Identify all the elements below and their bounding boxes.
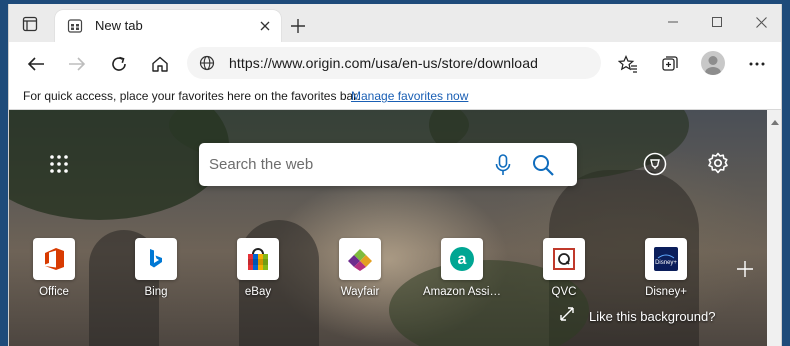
rewards-trophy-icon[interactable]: [643, 152, 667, 176]
disney-plus-icon: Disney+: [645, 238, 687, 280]
home-icon[interactable]: [145, 49, 175, 79]
quick-link-label: QVC: [551, 286, 577, 298]
amazon-assistant-icon: a: [441, 238, 483, 280]
browser-window: New tab https://www.origin.com/usa/en-us…: [8, 4, 782, 346]
quick-links: Office Bing eBay Wayfair a Amazon Assi… …: [9, 238, 709, 308]
new-tab-page-icon: [67, 18, 83, 34]
favorites-bar-message: For quick access, place your favorites h…: [23, 89, 360, 103]
wayfair-icon: [339, 238, 381, 280]
collections-icon[interactable]: [655, 49, 685, 79]
globe-icon[interactable]: [199, 55, 215, 71]
tab-title: New tab: [95, 18, 143, 33]
quick-link-label: Wayfair: [340, 286, 380, 298]
forward-arrow-icon[interactable]: [62, 49, 92, 79]
refresh-icon[interactable]: [104, 49, 134, 79]
manage-favorites-link[interactable]: Manage favorites now: [351, 89, 468, 103]
search-magnifier-icon[interactable]: [531, 153, 555, 177]
svg-text:Disney+: Disney+: [655, 260, 677, 266]
expand-arrows-icon[interactable]: [559, 306, 575, 327]
quick-link-label: Bing: [144, 286, 168, 298]
new-tab-plus-icon[interactable]: [287, 15, 309, 37]
quick-link-label: Amazon Assi…: [423, 286, 501, 298]
close-tab-icon[interactable]: [255, 16, 275, 36]
quick-link-qvc[interactable]: QVC: [519, 238, 609, 304]
qvc-icon: [543, 238, 585, 280]
scroll-up-arrow-icon[interactable]: [771, 114, 779, 125]
url-text[interactable]: https://www.origin.com/usa/en-us/store/d…: [229, 55, 538, 71]
minimize-icon[interactable]: [655, 10, 691, 34]
app-launcher-grid-icon[interactable]: [49, 154, 69, 174]
favorites-bar: For quick access, place your favorites h…: [9, 84, 781, 110]
ebay-bag-icon: [237, 238, 279, 280]
back-arrow-icon[interactable]: [21, 49, 51, 79]
bing-icon: [135, 238, 177, 280]
new-tab-page: Office Bing eBay Wayfair: [9, 110, 767, 346]
office-icon: [33, 238, 75, 280]
like-background-prompt[interactable]: Like this background?: [559, 306, 715, 326]
address-bar[interactable]: https://www.origin.com/usa/en-us/store/d…: [187, 47, 601, 79]
quick-link-label: Disney+: [645, 286, 687, 298]
maximize-icon[interactable]: [699, 10, 735, 34]
more-options-icon[interactable]: [742, 49, 772, 79]
quick-link-wayfair[interactable]: Wayfair: [315, 238, 405, 304]
like-background-text[interactable]: Like this background?: [589, 309, 715, 324]
quick-link-disney-plus[interactable]: Disney+ Disney+: [621, 238, 711, 304]
quick-link-bing[interactable]: Bing: [111, 238, 201, 304]
tab-strip: New tab: [9, 4, 781, 42]
settings-gear-icon[interactable]: [707, 152, 729, 174]
close-window-icon[interactable]: [743, 10, 779, 34]
quick-link-label: eBay: [244, 286, 272, 298]
search-input[interactable]: [209, 153, 479, 175]
svg-text:a: a: [458, 251, 467, 268]
page-scrollbar[interactable]: [767, 110, 781, 346]
quick-link-label: Office: [39, 286, 69, 298]
tab-new-tab[interactable]: New tab: [55, 10, 281, 42]
quick-link-ebay[interactable]: eBay: [213, 238, 303, 304]
toolbar: https://www.origin.com/usa/en-us/store/d…: [9, 42, 781, 84]
quick-link-office[interactable]: Office: [9, 238, 99, 304]
add-site-plus-icon[interactable]: [736, 260, 754, 278]
favorites-star-icon[interactable]: [613, 49, 643, 79]
profile-avatar-icon[interactable]: [701, 51, 725, 75]
quick-link-amazon-assistant[interactable]: a Amazon Assi…: [417, 238, 507, 304]
web-search-box[interactable]: [199, 143, 577, 186]
microphone-icon[interactable]: [493, 154, 513, 176]
tab-actions-icon[interactable]: [19, 13, 41, 35]
